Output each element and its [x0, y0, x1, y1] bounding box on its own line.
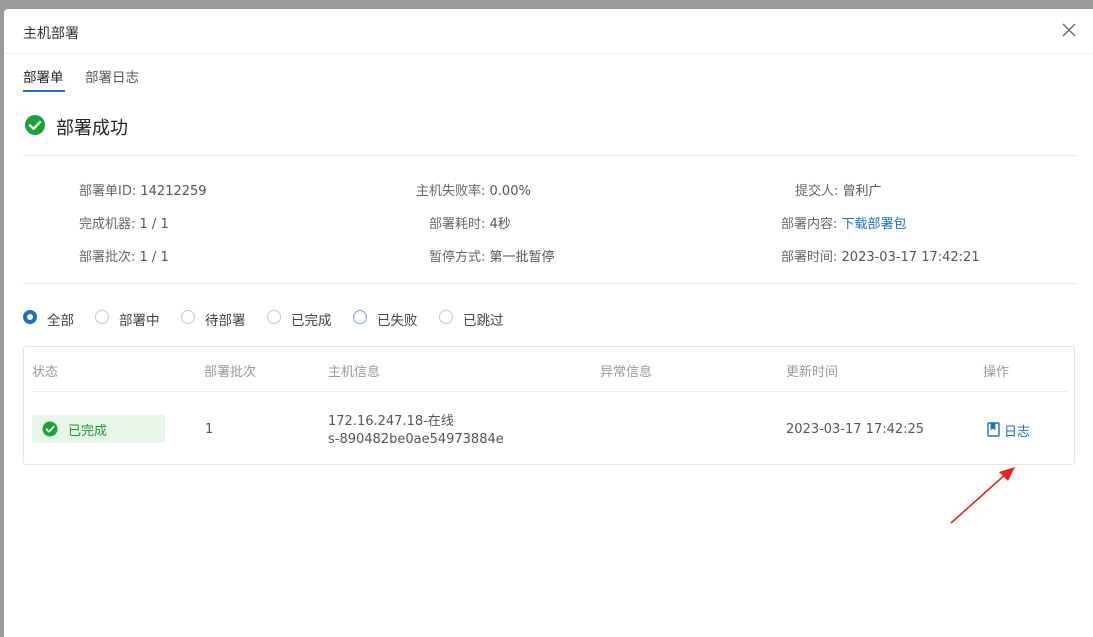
divider [23, 155, 1076, 156]
active-tab-indicator [23, 90, 65, 92]
info-fail-rate: 主机失败率: 0.00% [416, 184, 531, 199]
cell-updated-time: 2023-03-17 17:42:25 [786, 422, 925, 437]
status-title: 部署成功 [56, 118, 128, 139]
info-duration: 部署耗时: 4秒 [429, 217, 511, 232]
check-circle-icon [42, 421, 58, 441]
status-badge: 已完成 [32, 415, 165, 443]
divider [23, 283, 1076, 284]
check-circle-icon [24, 114, 46, 140]
radio-icon [23, 310, 37, 324]
annotation-arrow [949, 467, 1019, 529]
radio-icon [95, 310, 109, 324]
modal-title: 主机部署 [23, 26, 79, 42]
info-pause-mode: 暂停方式: 第一批暂停 [429, 250, 555, 265]
radio-icon [181, 310, 195, 324]
tab-deploy-order-label: 部署单 [23, 70, 64, 86]
info-submitter: 提交人: 曾利广 [795, 184, 882, 199]
info-order-id: 部署单ID: 14212259 [79, 184, 207, 199]
close-icon[interactable] [1061, 22, 1077, 38]
column-header-updated: 更新时间 [786, 365, 839, 380]
tab-deploy-order[interactable]: 部署单 [23, 66, 65, 92]
radio-icon [267, 310, 281, 324]
column-header-status: 状态 [32, 365, 59, 380]
info-deploy-time: 部署时间: 2023-03-17 17:42:21 [781, 250, 980, 265]
info-content: 部署内容: 下载部署包 [781, 217, 907, 232]
cell-host-id: s-890482be0ae54973884e [328, 432, 504, 447]
download-package-link[interactable]: 下载部署包 [842, 217, 907, 232]
cell-host-ip: 172.16.247.18-在线 [328, 414, 454, 429]
cell-batch: 1 [205, 422, 214, 437]
radio-icon [353, 310, 367, 324]
table-header-divider [32, 391, 1068, 392]
radio-icon [439, 310, 453, 324]
column-header-error: 异常信息 [600, 365, 653, 380]
tab-deploy-log-label: 部署日志 [85, 70, 139, 86]
column-header-action: 操作 [983, 365, 1010, 380]
deploy-modal: 主机部署 部署单 部署日志 部署成功 部署单ID: 14212259 主机失败率… [4, 9, 1093, 637]
info-batches: 部署批次: 1 / 1 [79, 250, 169, 265]
tab-deploy-log[interactable]: 部署日志 [85, 66, 139, 86]
column-header-batch: 部署批次 [204, 365, 257, 380]
info-finished-machines: 完成机器: 1 / 1 [79, 217, 169, 232]
document-icon [987, 422, 1000, 441]
modal-header: 主机部署 [4, 9, 1093, 54]
host-table: 状态 部署批次 主机信息 异常信息 更新时间 操作 已完成 1 172.16.2… [23, 346, 1075, 465]
column-header-host: 主机信息 [328, 365, 381, 380]
